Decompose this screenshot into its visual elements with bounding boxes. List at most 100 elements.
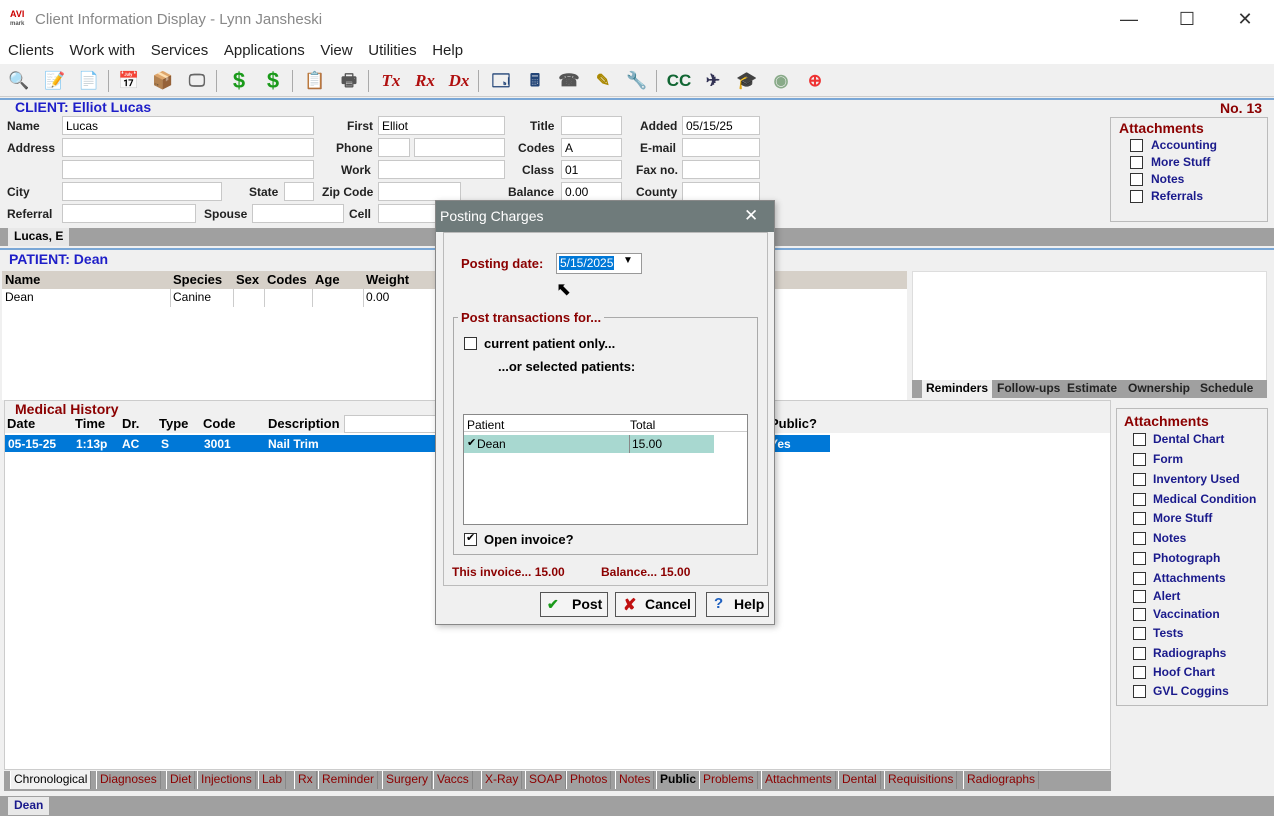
balance-field[interactable]: 0.00 [561,182,622,201]
dental-chart-label[interactable]: Dental Chart [1153,432,1224,446]
current-patient-label[interactable]: current patient only... [484,336,615,351]
new-document-icon[interactable]: 📄 [76,68,102,94]
dollar-plus-icon[interactable]: $ [260,68,286,94]
tab-attachments[interactable]: Attachments [761,771,836,789]
form-label[interactable]: Form [1153,452,1183,466]
tab-surgery[interactable]: Surgery [382,771,433,789]
county-field[interactable] [682,182,760,201]
attachments-checkbox[interactable] [1133,572,1146,585]
added-field[interactable]: 05/15/25 [682,116,760,135]
tab-x-ray[interactable]: X-Ray [481,771,523,789]
medical-condition-checkbox[interactable] [1133,493,1146,506]
menu-help[interactable]: Help [428,38,467,59]
referral-field[interactable] [62,204,196,223]
state-field[interactable] [284,182,314,201]
tab-soap[interactable]: SOAP [525,771,567,789]
address-field-2[interactable] [62,160,314,179]
dx-icon[interactable]: Dx [446,68,472,94]
inventory-used-checkbox[interactable] [1133,473,1146,486]
city-field[interactable] [62,182,222,201]
menu-services[interactable]: Services [147,38,213,59]
gvl-coggins-label[interactable]: GVL Coggins [1153,684,1229,698]
tests-label[interactable]: Tests [1153,626,1183,640]
search-icon[interactable]: 🔍 [6,68,32,94]
cc-icon[interactable]: CC [666,68,692,94]
referrals-label[interactable]: Referrals [1151,189,1203,203]
zip-field[interactable] [378,182,461,201]
printer-icon[interactable]: 🖶 [336,68,362,94]
open-invoice-checkbox[interactable]: ✔ [464,532,477,546]
edit-document-icon[interactable]: 📝 [42,68,68,94]
notes-label[interactable]: Notes [1153,531,1186,545]
attachments-label[interactable]: Attachments [1153,571,1226,585]
alert-checkbox[interactable] [1133,590,1146,603]
first-field[interactable]: Elliot [378,116,505,135]
tx-icon[interactable]: Tx [378,68,404,94]
notes-checkbox[interactable] [1130,173,1143,186]
tab-public[interactable]: Public [656,771,701,789]
photograph-checkbox[interactable] [1133,552,1146,565]
tab-schedule[interactable]: Schedule [1197,380,1256,398]
clock-icon[interactable]: ◉ [768,68,794,94]
notes-label[interactable]: Notes [1151,172,1184,186]
vaccination-checkbox[interactable] [1133,608,1146,621]
email-field[interactable] [682,138,760,157]
selected-patient-row[interactable]: ✔ Dean 15.00 [464,435,714,453]
spouse-field[interactable] [252,204,344,223]
client-tab[interactable]: Lucas, E [8,228,70,246]
more-stuff-checkbox[interactable] [1130,156,1143,169]
radiographs-label[interactable]: Radiographs [1153,646,1226,660]
inventory-used-label[interactable]: Inventory Used [1153,472,1240,486]
gvl-coggins-checkbox[interactable] [1133,685,1146,698]
menu-applications[interactable]: Applications [220,38,309,59]
radiographs-checkbox[interactable] [1133,647,1146,660]
title-field[interactable] [561,116,622,135]
tab-lab[interactable]: Lab [258,771,287,789]
tab-chronological[interactable]: Chronological [10,771,92,789]
alert-label[interactable]: Alert [1153,589,1180,603]
tab-rx[interactable]: Rx [294,771,317,789]
fax-field[interactable] [682,160,760,179]
tests-checkbox[interactable] [1133,627,1146,640]
menu-view[interactable]: View [316,38,356,59]
patient-row[interactable]: Dean Canine 0.00 [2,289,442,307]
address-field-1[interactable] [62,138,314,157]
clipboard-icon[interactable]: 📋 [302,68,328,94]
menu-work-with[interactable]: Work with [65,38,139,59]
phone-area-field[interactable] [378,138,410,157]
dollar-icon[interactable]: $ [226,68,252,94]
accounting-label[interactable]: Accounting [1151,138,1217,152]
dental-chart-checkbox[interactable] [1133,433,1146,446]
phone-field[interactable] [414,138,505,157]
plane-icon[interactable]: ✈ [700,68,726,94]
patient-tab[interactable]: Dean [8,797,50,815]
graduation-cap-icon[interactable]: 🎓 [734,68,760,94]
posting-date-picker[interactable]: 5/15/2025 ▼ [556,253,642,274]
notes-checkbox[interactable] [1133,532,1146,545]
browse-icon[interactable]: 🗔 [488,68,514,94]
class-field[interactable]: 01 [561,160,622,179]
accounting-checkbox[interactable] [1130,139,1143,152]
more-stuff-checkbox[interactable] [1133,512,1146,525]
name-field[interactable]: Lucas [62,116,314,135]
rx-icon[interactable]: Rx [412,68,438,94]
tab-notes[interactable]: Notes [615,771,655,789]
tab-ownership[interactable]: Ownership [1125,380,1193,398]
dropdown-arrow-icon[interactable]: ▼ [623,255,633,266]
tab-diagnoses[interactable]: Diagnoses [96,771,161,789]
tab-dental[interactable]: Dental [838,771,881,789]
notepad-icon[interactable]: ✎ [590,68,616,94]
menu-utilities[interactable]: Utilities [364,38,420,59]
tab-vaccs[interactable]: Vaccs [433,771,473,789]
tools-icon[interactable]: 🔧 [624,68,650,94]
tab-requisitions[interactable]: Requisitions [884,771,958,789]
close-button[interactable]: ✕ [1222,4,1268,34]
hoof-chart-checkbox[interactable] [1133,666,1146,679]
description-filter-input[interactable] [344,415,444,433]
cancel-button[interactable]: ✘ Cancel [615,592,696,617]
calculator-icon[interactable]: 🖩 [522,68,548,94]
tab-photos[interactable]: Photos [566,771,612,789]
maximize-button[interactable]: ☐ [1164,4,1210,34]
box-icon[interactable]: 📦 [150,68,176,94]
photograph-label[interactable]: Photograph [1153,551,1220,565]
